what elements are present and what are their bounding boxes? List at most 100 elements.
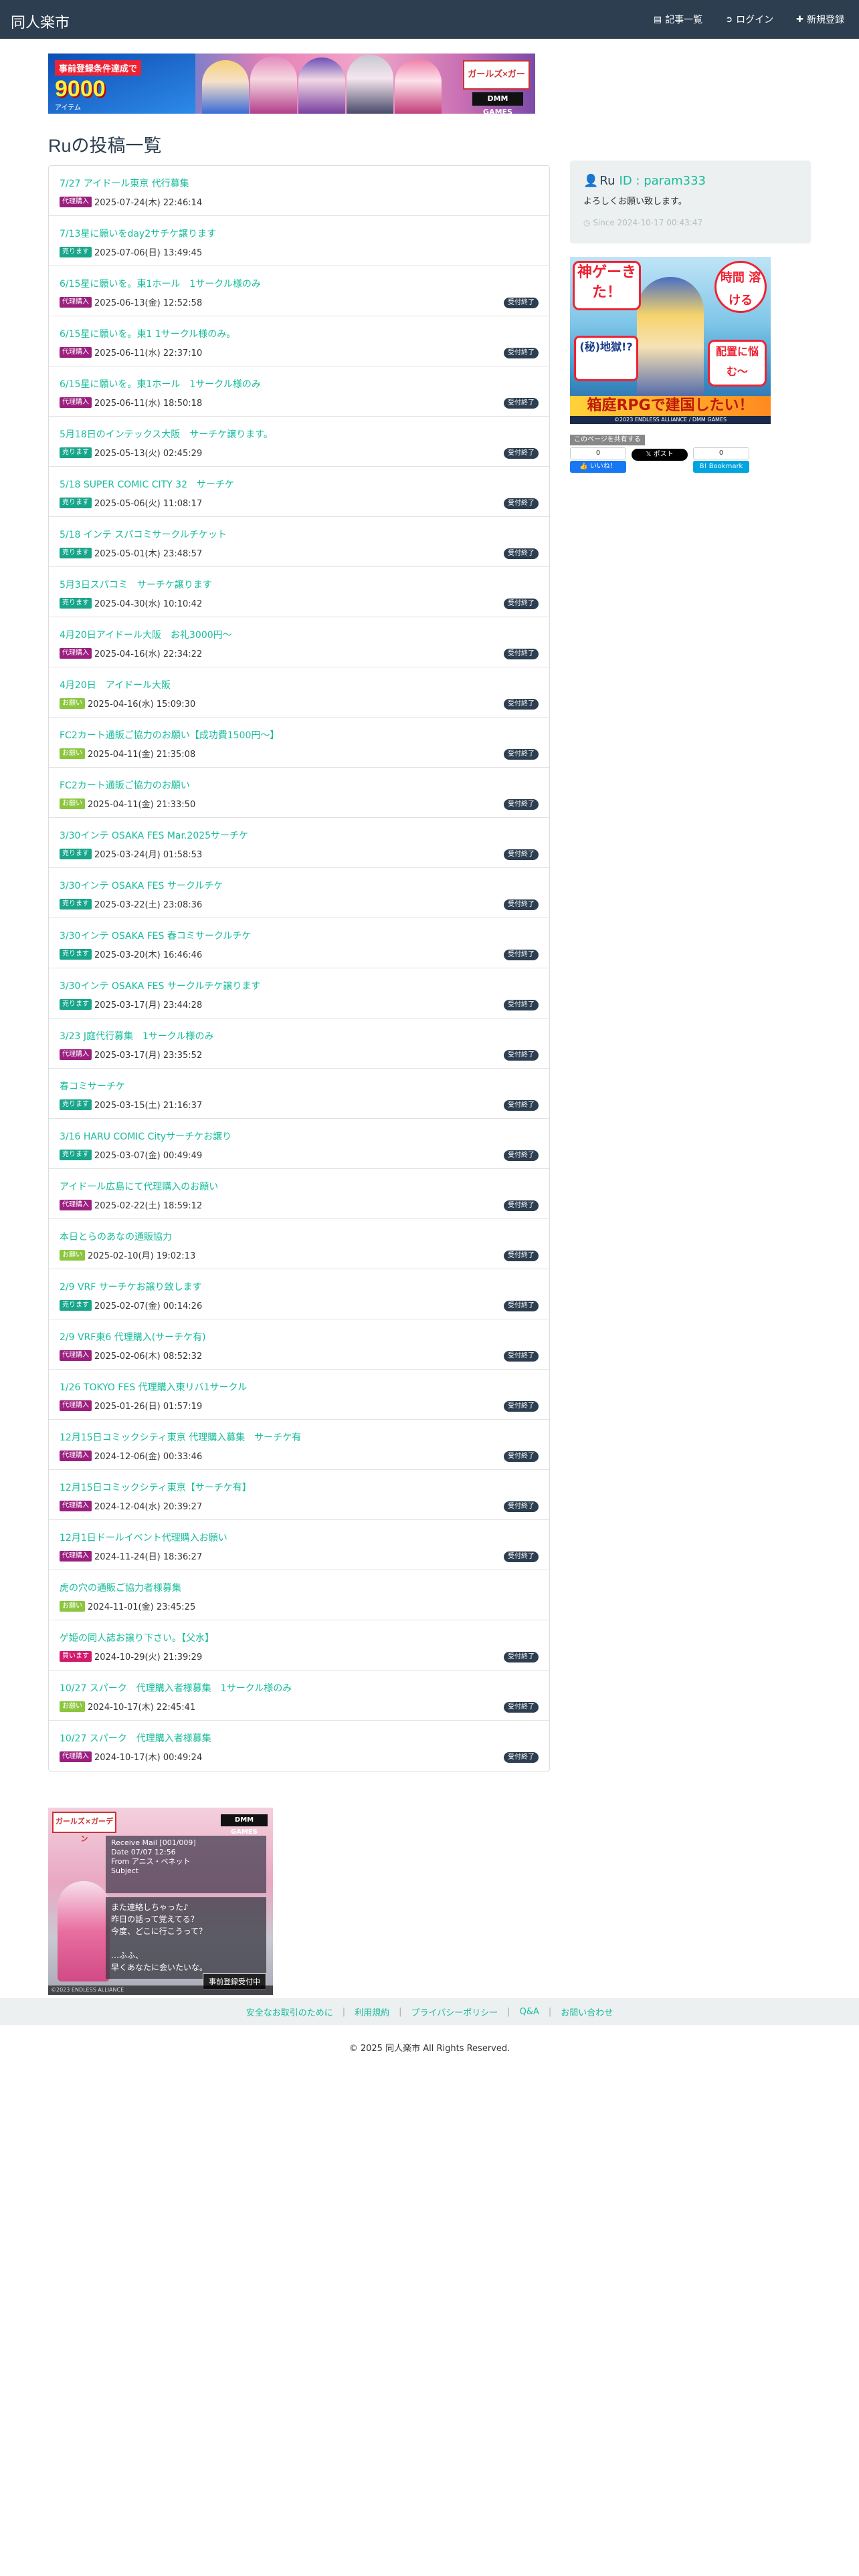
post-list-item: 春コミサーチケ 売ります 2025-03-15(土) 21:16:37 受付終了 [49, 1069, 549, 1119]
closed-badge: 受付終了 [504, 699, 539, 710]
footer-link-safety[interactable]: 安全なお取引のために [246, 2006, 333, 2018]
post-title-link[interactable]: 5月18日のインテックス大阪 サーチケ譲ります。 [60, 427, 273, 441]
post-title-link[interactable]: 12月1日ドールイベント代理購入お願い [60, 1531, 227, 1544]
post-title-link[interactable]: 本日とらのあなの通販協力 [60, 1230, 172, 1243]
post-title-link[interactable]: 1/26 TOKYO FES 代理購入東リバ1サークル [60, 1380, 247, 1394]
post-title-link[interactable]: 3/30インテ OSAKA FES Mar.2025サーチケ [60, 829, 248, 842]
post-list-item: 7/13星に願いをday2サチケ譲ります 売ります 2025-07-06(日) 13… [49, 216, 549, 266]
post-title-link[interactable]: 2/9 VRF東6 代理購入(サーチケ有) [60, 1330, 206, 1344]
post-category-tag: お願い [60, 1701, 85, 1712]
footer-link-qa[interactable]: Q&A [520, 2007, 539, 2017]
post-title-link[interactable]: 春コミサーチケ [60, 1079, 125, 1093]
profile-id: ID : param333 [619, 174, 706, 188]
post-meta: 売ります 2025-05-06(火) 11:08:17 [60, 496, 202, 509]
post-date: 2025-04-16(水) 15:09:30 [88, 700, 196, 710]
post-list-item: 6/15星に願いを。東1 1サークル様のみ。 代理購入 2025-06-11(水) … [49, 316, 549, 366]
post-title-link[interactable]: FC2カート通販ご協力のお願い [60, 778, 190, 792]
post-category-tag: 代理購入 [60, 1751, 92, 1762]
closed-badge: 受付終了 [504, 899, 539, 910]
bottom-ad-banner[interactable]: ガールズ×ガーデン DMM GAMES Receive Mail [001/00… [48, 1808, 273, 1995]
x-share: 𝕏 ポスト [632, 447, 688, 473]
msg-line: …ふふ、 [111, 1951, 144, 1960]
login-icon: ➲ [725, 14, 733, 25]
post-list-item: 虎の穴の通販ご協力者様募集 お願い 2024-11-01(金) 23:45:25 [49, 1570, 549, 1620]
user-icon: 👤 [583, 174, 599, 188]
x-post-button[interactable]: 𝕏 ポスト [632, 449, 688, 461]
post-title-link[interactable]: 12月15日コミックシティ東京【サーチケ有】 [60, 1481, 252, 1494]
post-category-tag: 売ります [60, 246, 92, 257]
nav-signup[interactable]: ✚ 新規登録 [796, 13, 844, 26]
post-title-link[interactable]: ゲ姫の同人誌お譲り下さい。【父水】 [60, 1631, 214, 1644]
post-category-tag: 売ります [60, 547, 92, 558]
post-list-item: 12月15日コミックシティ東京【サーチケ有】 代理購入 2024-12-04(水) … [49, 1470, 549, 1520]
post-list-item: 1/26 TOKYO FES 代理購入東リバ1サークル 代理購入 2025-01-2… [49, 1370, 549, 1420]
top-ad-banner[interactable]: 事前登録条件達成で 9000 アイテム ガールズ×ガーデン DMM GAMES [48, 53, 535, 114]
post-date: 2024-10-17(木) 22:45:41 [88, 1703, 196, 1713]
msg-line: 昨日の話って覚えてる？ [111, 1915, 199, 1924]
closed-badge: 受付終了 [504, 1000, 539, 1010]
post-title-link[interactable]: 10/27 スパーク 代理購入者様募集 1サークル様のみ [60, 1681, 292, 1695]
post-title-link[interactable]: 虎の穴の通販ご協力者様募集 [60, 1581, 181, 1594]
post-date: 2025-07-06(日) 13:49:45 [94, 248, 203, 258]
nav-login[interactable]: ➲ ログイン [725, 13, 773, 26]
post-title-link[interactable]: 3/30インテ OSAKA FES サークルチケ [60, 879, 223, 892]
profile-since: Since 2024-10-17 00:43:47 [593, 218, 703, 227]
hatena-bookmark-button[interactable]: B! Bookmark [693, 461, 749, 473]
post-title-link[interactable]: 3/30インテ OSAKA FES サークルチケ譲ります [60, 979, 260, 992]
site-brand[interactable]: 同人楽市 [11, 11, 70, 32]
side-banner-tag-r2: 配置に悩む〜 [708, 340, 767, 387]
hatena-bookmark-label: Bookmark [708, 463, 743, 470]
post-title-link[interactable]: 5/18 インテ スパコミサークルチケット [60, 528, 227, 541]
post-meta: お願い 2025-02-10(月) 19:02:13 [60, 1249, 195, 1261]
post-title-link[interactable]: 3/16 HARU COMIC Cityサーチケお譲り [60, 1130, 231, 1143]
post-meta: 売ります 2025-07-06(日) 13:49:45 [60, 245, 202, 258]
post-category-tag: 売ります [60, 597, 92, 609]
closed-badge: 受付終了 [504, 1251, 539, 1261]
post-title-link[interactable]: 6/15星に願いを。東1ホール 1サークル様のみ [60, 377, 261, 391]
footer-link-contact[interactable]: お問い合わせ [561, 2006, 613, 2018]
post-title-link[interactable]: 3/30インテ OSAKA FES 春コミサークルチケ [60, 929, 251, 942]
post-title-link[interactable]: 12月15日コミックシティ東京 代理購入募集 サーチケ有 [60, 1430, 301, 1444]
post-title-link[interactable]: 7/13星に願いをday2サチケ譲ります [60, 227, 216, 240]
post-meta: 代理購入 2024-11-24(日) 18:36:27 [60, 1549, 202, 1562]
post-date: 2025-05-06(火) 11:08:17 [94, 499, 203, 509]
footer-link-privacy[interactable]: プライバシーポリシー [411, 2006, 498, 2018]
footer-links-bar: 安全なお取引のために | 利用規約 | プライバシーポリシー | Q&A | お… [0, 1998, 859, 2025]
post-category-tag: 売ります [60, 948, 92, 960]
mail-line: Date 07/07 12:56 [111, 1848, 176, 1856]
post-category-tag: 買います [60, 1650, 92, 1662]
post-title-link[interactable]: 6/15星に願いを。東1 1サークル様のみ。 [60, 327, 235, 340]
post-title-link[interactable]: 10/27 スパーク 代理購入者様募集 [60, 1731, 211, 1745]
post-list-item: 5月3日スパコミ サーチケ譲ります 売ります 2025-04-30(水) 10:10… [49, 567, 549, 617]
post-title-link[interactable]: 2/9 VRF サーチケお譲り致します [60, 1280, 202, 1293]
facebook-like-button[interactable]: 👍 いいね！ [570, 461, 626, 473]
post-list-item: 5/18 SUPER COMIC CITY 32 サーチケ 売ります 2025-05… [49, 467, 549, 517]
post-meta: お願い 2024-11-01(金) 23:45:25 [60, 1600, 195, 1612]
post-title-link[interactable]: 4月20日 アイドール大阪 [60, 678, 171, 691]
post-date: 2025-04-11(金) 21:33:50 [88, 800, 196, 810]
closed-badge: 受付終了 [504, 1100, 539, 1111]
footer-separator: | [507, 2006, 510, 2017]
footer-link-terms[interactable]: 利用規約 [355, 2006, 389, 2018]
post-category-tag: お願い [60, 1600, 85, 1612]
post-title-link[interactable]: 6/15星に願いを。東1ホール 1サークル様のみ [60, 277, 261, 290]
post-meta: 売ります 2025-03-20(木) 16:46:46 [60, 948, 202, 960]
side-ad-banner[interactable]: 神ゲーきた！ 時間 溶ける (秘)地獄!? 配置に悩む〜 箱庭RPGで建国したい… [570, 257, 771, 424]
side-banner-tag-left: 神ゲーきた！ [573, 261, 641, 310]
post-meta: 代理購入 2024-12-04(水) 20:39:27 [60, 1499, 202, 1512]
x-post-label: ポスト [653, 451, 674, 458]
post-date: 2024-11-01(金) 23:45:25 [88, 1602, 196, 1612]
post-title-link[interactable]: FC2カート通販ご協力のお願い【成功費1500円〜】 [60, 728, 279, 742]
post-title-link[interactable]: 5月3日スパコミ サーチケ譲ります [60, 578, 212, 591]
post-meta: お願い 2025-04-11(金) 21:33:50 [60, 797, 195, 810]
post-title-link[interactable]: 7/27 アイドール東京 代行募集 [60, 177, 189, 190]
closed-badge: 受付終了 [504, 1150, 539, 1161]
post-meta: 代理購入 2024-12-06(金) 00:33:46 [60, 1449, 202, 1462]
post-title-link[interactable]: 5/18 SUPER COMIC CITY 32 サーチケ [60, 477, 234, 491]
post-title-link[interactable]: 3/23 J庭代行募集 1サークル様のみ [60, 1029, 214, 1043]
post-date: 2025-03-17(月) 23:44:28 [94, 1000, 203, 1010]
nav-article-list[interactable]: ▤ 記事一覧 [654, 13, 702, 26]
post-title-link[interactable]: アイドール広島にて代理購入のお願い [60, 1180, 218, 1193]
post-title-link[interactable]: 4月20日アイドール大阪 お礼3000円〜 [60, 628, 232, 641]
post-category-tag: 代理購入 [60, 1450, 92, 1461]
